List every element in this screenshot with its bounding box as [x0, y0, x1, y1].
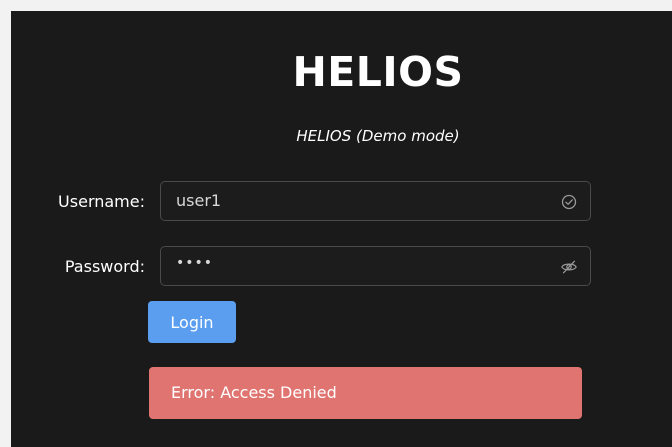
username-label: Username:	[58, 192, 145, 211]
username-value: user1	[176, 191, 222, 210]
password-label: Password:	[64, 257, 145, 276]
check-circle-icon	[560, 193, 578, 211]
password-value: ••••	[176, 255, 214, 271]
error-message: Error: Access Denied	[171, 383, 337, 402]
eye-off-icon[interactable]	[560, 258, 578, 276]
app-title: HELIOS	[292, 48, 464, 96]
password-field[interactable]: ••••	[160, 246, 591, 286]
username-field[interactable]: user1	[160, 181, 591, 221]
error-alert: Error: Access Denied	[149, 367, 582, 419]
screen: HELIOS HELIOS (Demo mode) Username: user…	[0, 0, 672, 447]
login-button[interactable]: Login	[148, 301, 236, 343]
app-subtitle: HELIOS (Demo mode)	[296, 127, 460, 145]
